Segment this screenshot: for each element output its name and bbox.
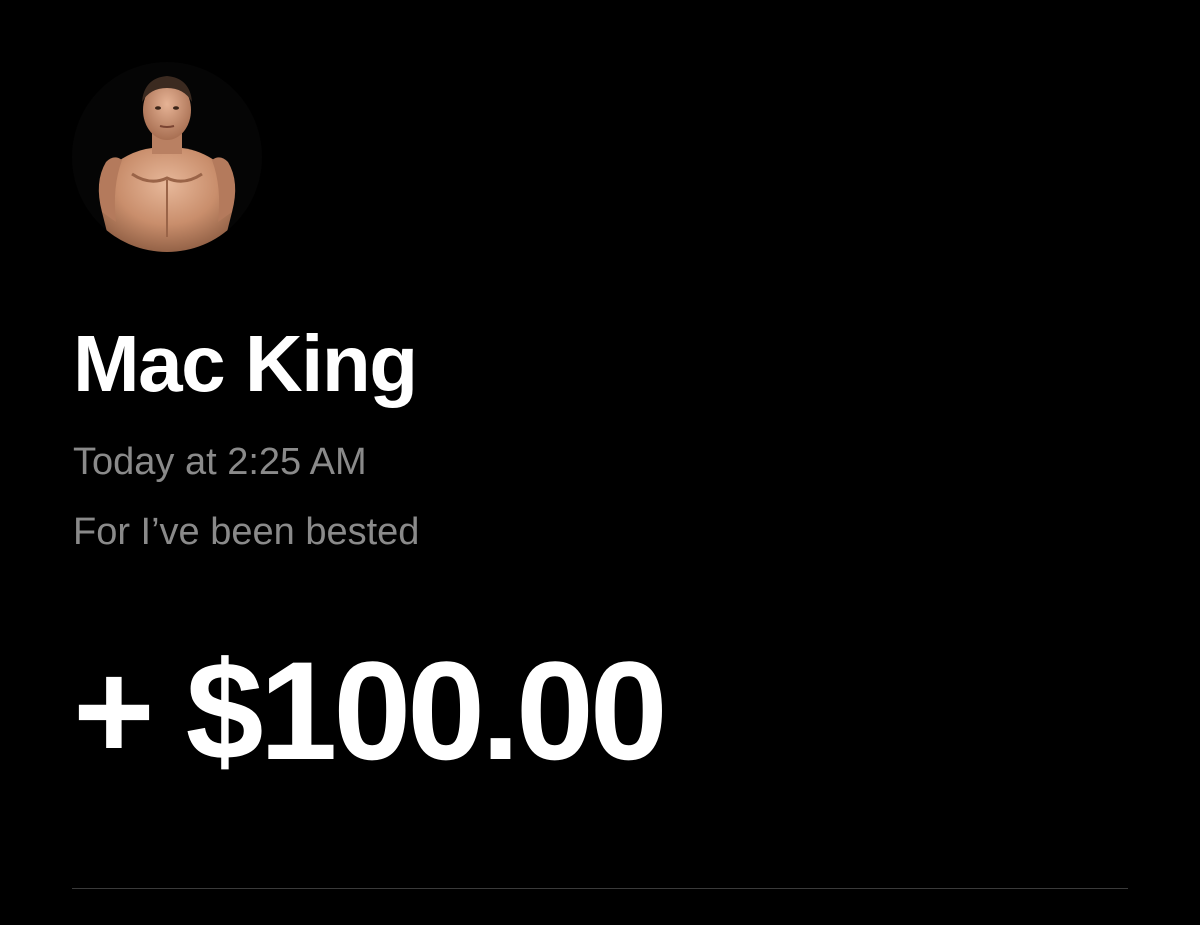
- transaction-timestamp: Today at 2:25 AM: [73, 441, 367, 483]
- sender-name: Mac King: [73, 319, 418, 408]
- transaction-amount: + $100.00: [73, 632, 668, 789]
- transaction-note: For I’ve been bested: [73, 511, 420, 553]
- avatar-photo: [72, 62, 262, 252]
- divider: [72, 888, 1128, 889]
- avatar[interactable]: [72, 62, 262, 252]
